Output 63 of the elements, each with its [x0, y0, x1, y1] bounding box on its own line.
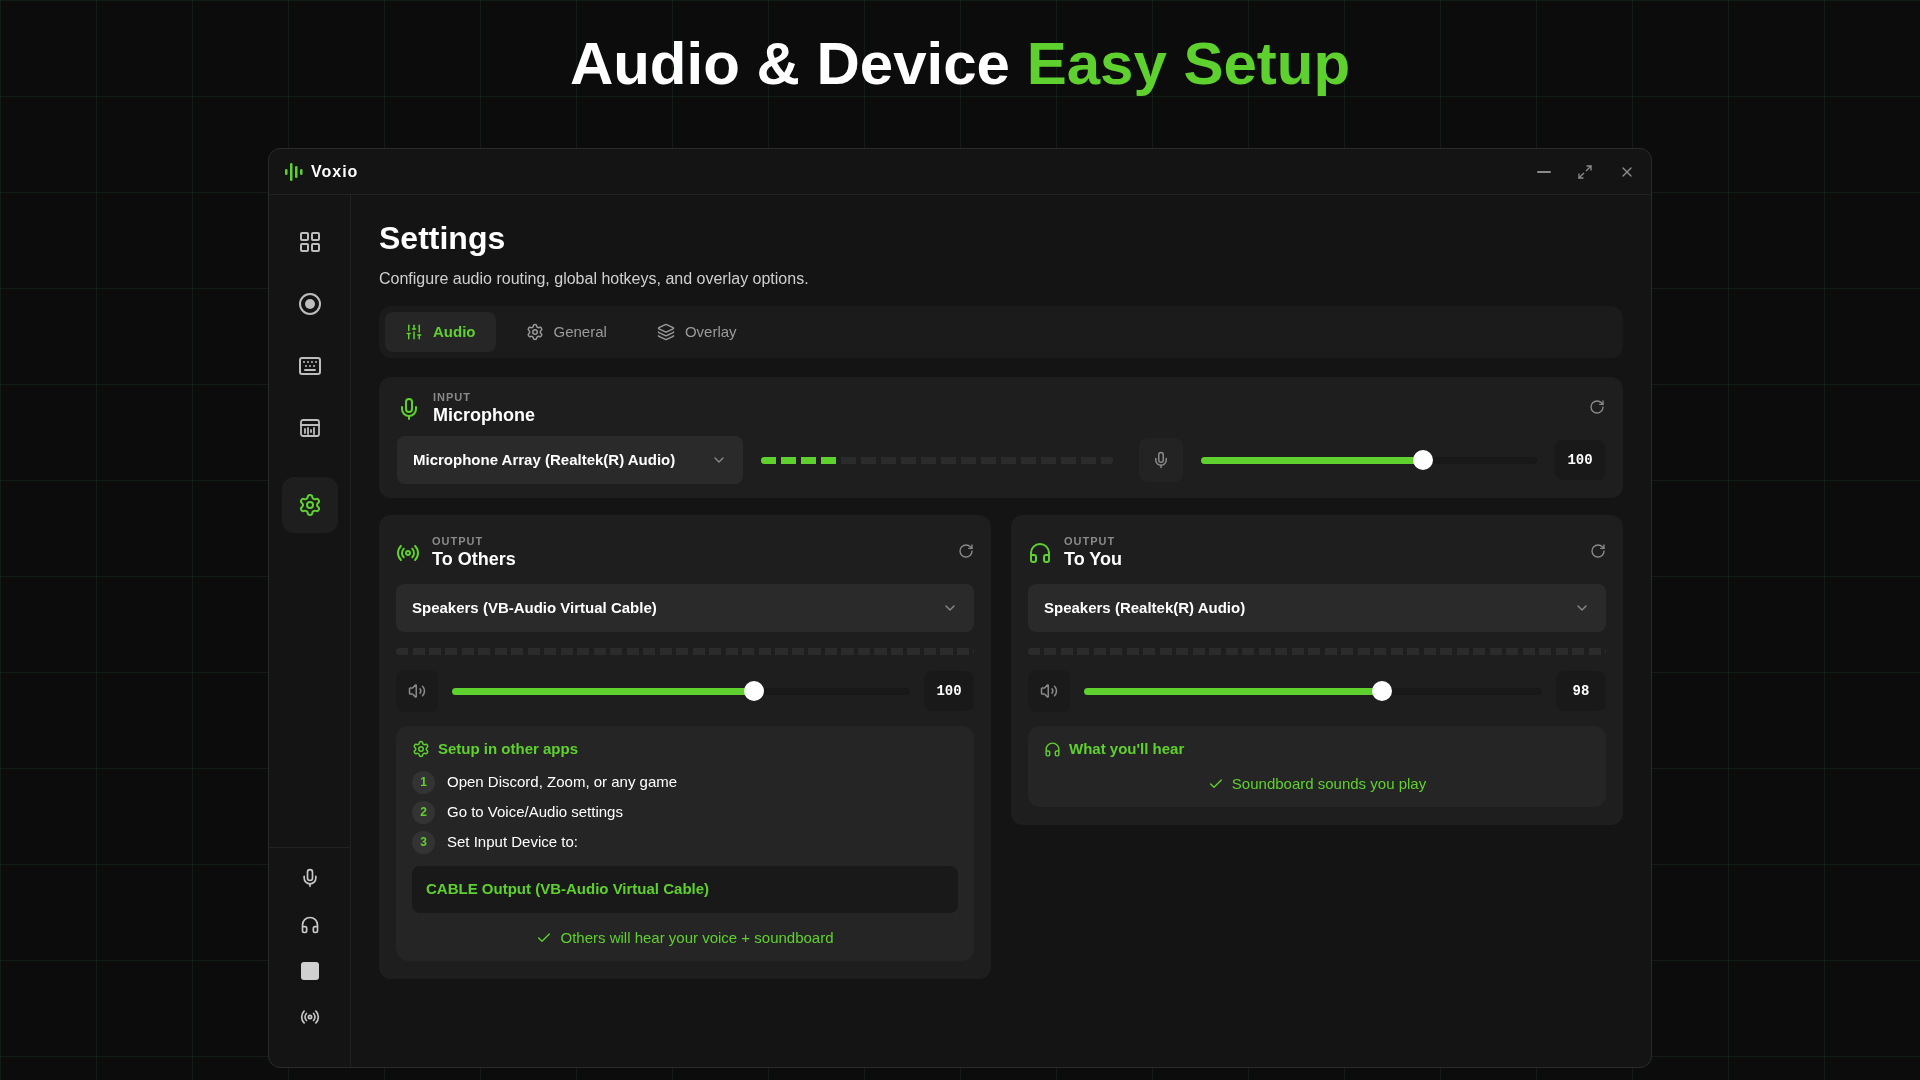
refresh-icon [1590, 543, 1606, 559]
maximize-button[interactable] [1577, 163, 1593, 180]
refresh-button[interactable] [1590, 543, 1606, 559]
section-eyebrow: INPUT [433, 391, 472, 404]
sliders-icon [405, 323, 423, 341]
info-title: Setup in other apps [438, 739, 578, 759]
settings-icon [297, 493, 322, 517]
step-text: Set Input Device to: [447, 831, 578, 852]
device-dropdown[interactable]: Speakers (Realtek(R) Audio) [1028, 584, 1606, 632]
tab[interactable]: Audio [385, 312, 496, 352]
section-eyebrow: OUTPUT [1064, 535, 1117, 548]
minimize-button[interactable] [1537, 170, 1551, 173]
speaker-button[interactable] [396, 670, 438, 712]
volume-slider[interactable] [1201, 450, 1537, 470]
page-title: Settings [379, 219, 507, 257]
microphone-icon [1152, 451, 1170, 469]
speaker-icon [1040, 682, 1058, 700]
volume-slider[interactable] [452, 681, 910, 701]
device-name-box: CABLE Output (VB-Audio Virtual Cable) [412, 865, 958, 913]
headphones-icon [1028, 540, 1052, 565]
info-note: Others will hear your voice + soundboard [560, 927, 834, 948]
volume-reading: 98 [1556, 671, 1606, 711]
refresh-icon [1589, 399, 1605, 415]
tab[interactable]: General [505, 312, 627, 352]
section-title: To You [1064, 548, 1122, 570]
refresh-button[interactable] [958, 543, 974, 559]
minimize-icon [1537, 170, 1551, 173]
page-subtitle: Configure audio routing, global hotkeys, and overlay options. [379, 269, 810, 289]
panel-icon [297, 416, 322, 440]
grid-icon [297, 230, 322, 254]
info-note: Soundboard sounds you play [1231, 773, 1427, 794]
keyboard-icon [297, 354, 322, 378]
window-title: Voxio [311, 161, 359, 182]
stop-icon[interactable] [300, 962, 319, 980]
maximize-icon [1577, 163, 1593, 180]
step-text: Go to Voice/Audio settings [447, 801, 623, 822]
volume-reading: 100 [1555, 440, 1605, 480]
step-number: 3 [412, 830, 435, 854]
volume-reading: 100 [924, 671, 974, 711]
speaker-icon [408, 682, 426, 700]
headphones-icon [1044, 740, 1061, 758]
settings-icon [525, 323, 544, 341]
device-dropdown[interactable]: Speakers (VB-Audio Virtual Cable) [396, 584, 974, 632]
info-title: What you'll hear [1069, 739, 1185, 759]
step-number: 2 [412, 800, 435, 824]
speaker-button[interactable] [1028, 670, 1070, 712]
section-eyebrow: OUTPUT [432, 535, 485, 548]
headline: Audio & Device Easy Setup [569, 29, 1351, 99]
layers-icon [656, 323, 675, 341]
device-dropdown[interactable]: Microphone Array (Realtek(R) Audio) [397, 436, 743, 484]
step-number: 1 [412, 770, 435, 794]
section-title: Microphone [433, 404, 535, 426]
refresh-icon [958, 543, 974, 559]
logo-icon [285, 161, 303, 182]
record-icon [297, 292, 322, 316]
microphone-button[interactable] [1139, 438, 1183, 482]
volume-slider[interactable] [1084, 681, 1542, 701]
tab[interactable]: Overlay [636, 312, 757, 352]
sidebar-item[interactable] [281, 477, 338, 533]
refresh-button[interactable] [1589, 399, 1605, 415]
section-title: To Others [432, 548, 516, 570]
settings-icon [412, 740, 430, 759]
step-text: Open Discord, Zoom, or any game [447, 771, 678, 792]
